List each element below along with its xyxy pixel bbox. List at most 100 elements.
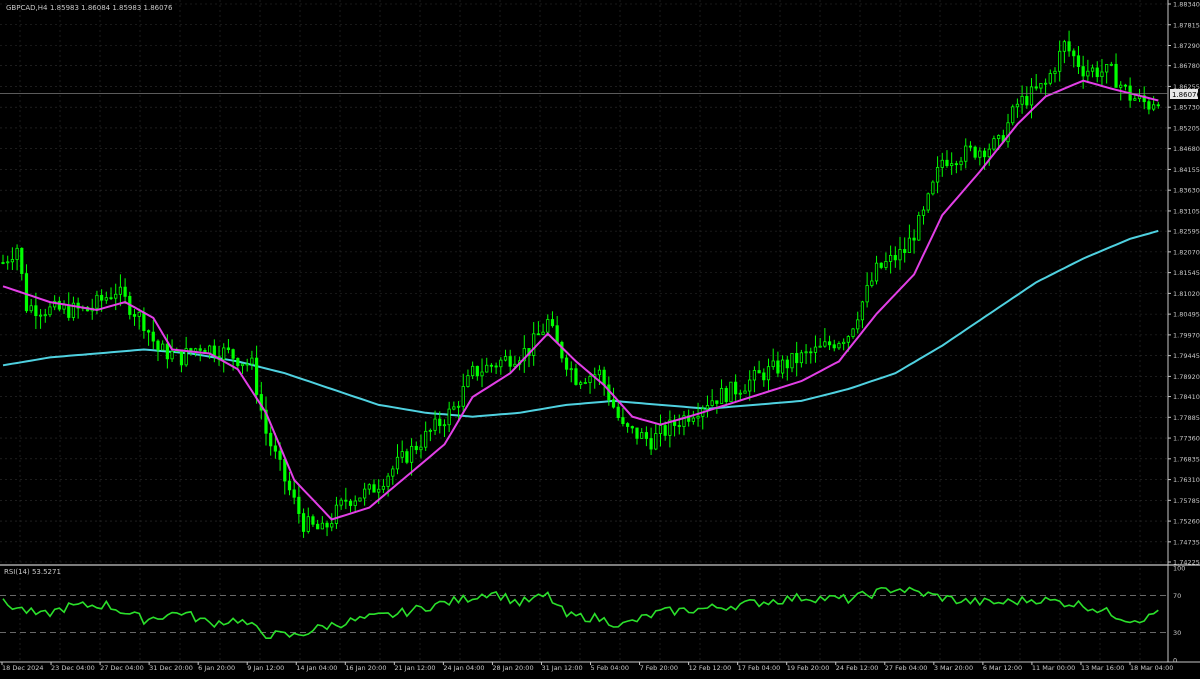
candle-body bbox=[1058, 50, 1062, 72]
candle-body bbox=[757, 370, 761, 374]
candle-body bbox=[973, 146, 977, 158]
candle-body bbox=[1086, 70, 1090, 77]
candle-body bbox=[560, 341, 564, 359]
candle-body bbox=[386, 475, 390, 487]
candle-body bbox=[165, 343, 169, 360]
candle-body bbox=[616, 406, 620, 418]
candle-body bbox=[132, 314, 137, 317]
candle-body bbox=[1039, 83, 1043, 89]
candle-body bbox=[320, 522, 324, 530]
candle-body bbox=[931, 181, 935, 195]
chart-canvas[interactable]: 1.883401.878151.872901.867801.862551.857… bbox=[0, 0, 1200, 675]
candle-body bbox=[743, 390, 747, 394]
time-tick-label: 18 Mar 04:00 bbox=[1130, 664, 1173, 672]
candle-body bbox=[306, 516, 310, 532]
candle-body bbox=[400, 451, 404, 458]
candle-body bbox=[311, 516, 315, 525]
candle-body bbox=[870, 280, 874, 286]
candle-body bbox=[550, 319, 555, 327]
candle-body bbox=[827, 341, 832, 346]
candle-body bbox=[156, 340, 160, 351]
candle-body bbox=[982, 150, 987, 158]
price-tick-label: 1.75260 bbox=[1173, 518, 1200, 526]
candle-body bbox=[541, 331, 545, 335]
candle-body bbox=[438, 418, 442, 426]
time-tick-label: 16 Jan 20:00 bbox=[345, 664, 386, 672]
candle-body bbox=[926, 193, 930, 211]
candle-body bbox=[363, 488, 367, 499]
candle-body bbox=[424, 430, 428, 448]
time-tick-label: 9 Jan 12:00 bbox=[247, 664, 284, 672]
candle-body bbox=[954, 163, 958, 166]
candle-body bbox=[860, 301, 865, 321]
candle-body bbox=[245, 363, 249, 366]
candle-body bbox=[564, 357, 569, 370]
candle-body bbox=[1011, 106, 1015, 124]
candle-body bbox=[1, 262, 5, 264]
candle-body bbox=[255, 357, 259, 395]
candle-body bbox=[494, 365, 498, 368]
candle-body bbox=[1114, 63, 1118, 88]
candle-body bbox=[907, 237, 911, 253]
price-tick-label: 1.76310 bbox=[1173, 476, 1200, 484]
price-tick-label: 1.83630 bbox=[1173, 187, 1200, 195]
candle-body bbox=[161, 343, 165, 351]
candle-body bbox=[719, 388, 724, 404]
candle-body bbox=[67, 304, 71, 318]
candle-body bbox=[640, 432, 644, 439]
candle-body bbox=[1156, 104, 1160, 107]
candle-body bbox=[381, 485, 386, 490]
candle-body bbox=[997, 135, 1001, 140]
candle-body bbox=[489, 364, 494, 367]
candle-body bbox=[987, 148, 991, 158]
candle-body bbox=[269, 432, 273, 447]
candle-body bbox=[179, 349, 184, 366]
candle-body bbox=[780, 359, 785, 374]
candle-body bbox=[799, 352, 803, 364]
price-tick-label: 1.75785 bbox=[1173, 497, 1200, 505]
candle-body bbox=[649, 438, 653, 450]
rsi-axis-label: 0 bbox=[1173, 657, 1177, 665]
candle-body bbox=[114, 293, 118, 299]
candle-body bbox=[330, 523, 334, 528]
candle-body bbox=[358, 497, 362, 502]
candle-body bbox=[250, 357, 254, 365]
candle-body bbox=[409, 445, 414, 463]
current-price-label: 1.86076 bbox=[1172, 91, 1200, 99]
candle-body bbox=[287, 480, 292, 491]
candle-body bbox=[823, 341, 827, 347]
candle-body bbox=[804, 351, 808, 354]
price-tick-label: 1.87290 bbox=[1173, 42, 1200, 50]
candle-body bbox=[940, 159, 944, 168]
candle-body bbox=[964, 145, 968, 162]
candle-body bbox=[283, 458, 287, 482]
candle-body bbox=[109, 297, 113, 300]
rsi-axis-label: 30 bbox=[1173, 629, 1181, 637]
time-tick-label: 31 Jan 12:00 bbox=[541, 664, 582, 672]
candle-body bbox=[574, 368, 578, 385]
candle-body bbox=[846, 336, 850, 343]
candle-body bbox=[710, 400, 714, 406]
candle-body bbox=[705, 405, 710, 410]
time-tick-label: 28 Jan 20:00 bbox=[492, 664, 533, 672]
trading-chart[interactable]: 1.88340 1.87815 1.87290 1.86780 1.86255 1.857… bbox=[0, 0, 1200, 675]
price-tick-label: 1.82595 bbox=[1173, 228, 1200, 236]
candle-body bbox=[851, 328, 855, 337]
time-tick-label: 3 Mar 20:00 bbox=[934, 664, 973, 672]
rsi-axis-label: 70 bbox=[1173, 592, 1181, 600]
price-tick-label: 1.88340 bbox=[1173, 1, 1200, 9]
candle-body bbox=[734, 381, 738, 395]
time-tick-label: 14 Jan 04:00 bbox=[296, 664, 337, 672]
price-tick-label: 1.83105 bbox=[1173, 207, 1200, 215]
candle-body bbox=[405, 451, 409, 463]
candle-body bbox=[950, 163, 954, 167]
candle-body bbox=[837, 343, 841, 349]
candle-body bbox=[532, 333, 536, 356]
candle-body bbox=[978, 150, 982, 158]
candle-body bbox=[29, 305, 33, 312]
candle-body bbox=[893, 255, 897, 261]
candle-body bbox=[1109, 63, 1113, 66]
candle-body bbox=[395, 456, 400, 470]
candle-body bbox=[372, 484, 376, 493]
price-tick-label: 1.76835 bbox=[1173, 455, 1200, 463]
